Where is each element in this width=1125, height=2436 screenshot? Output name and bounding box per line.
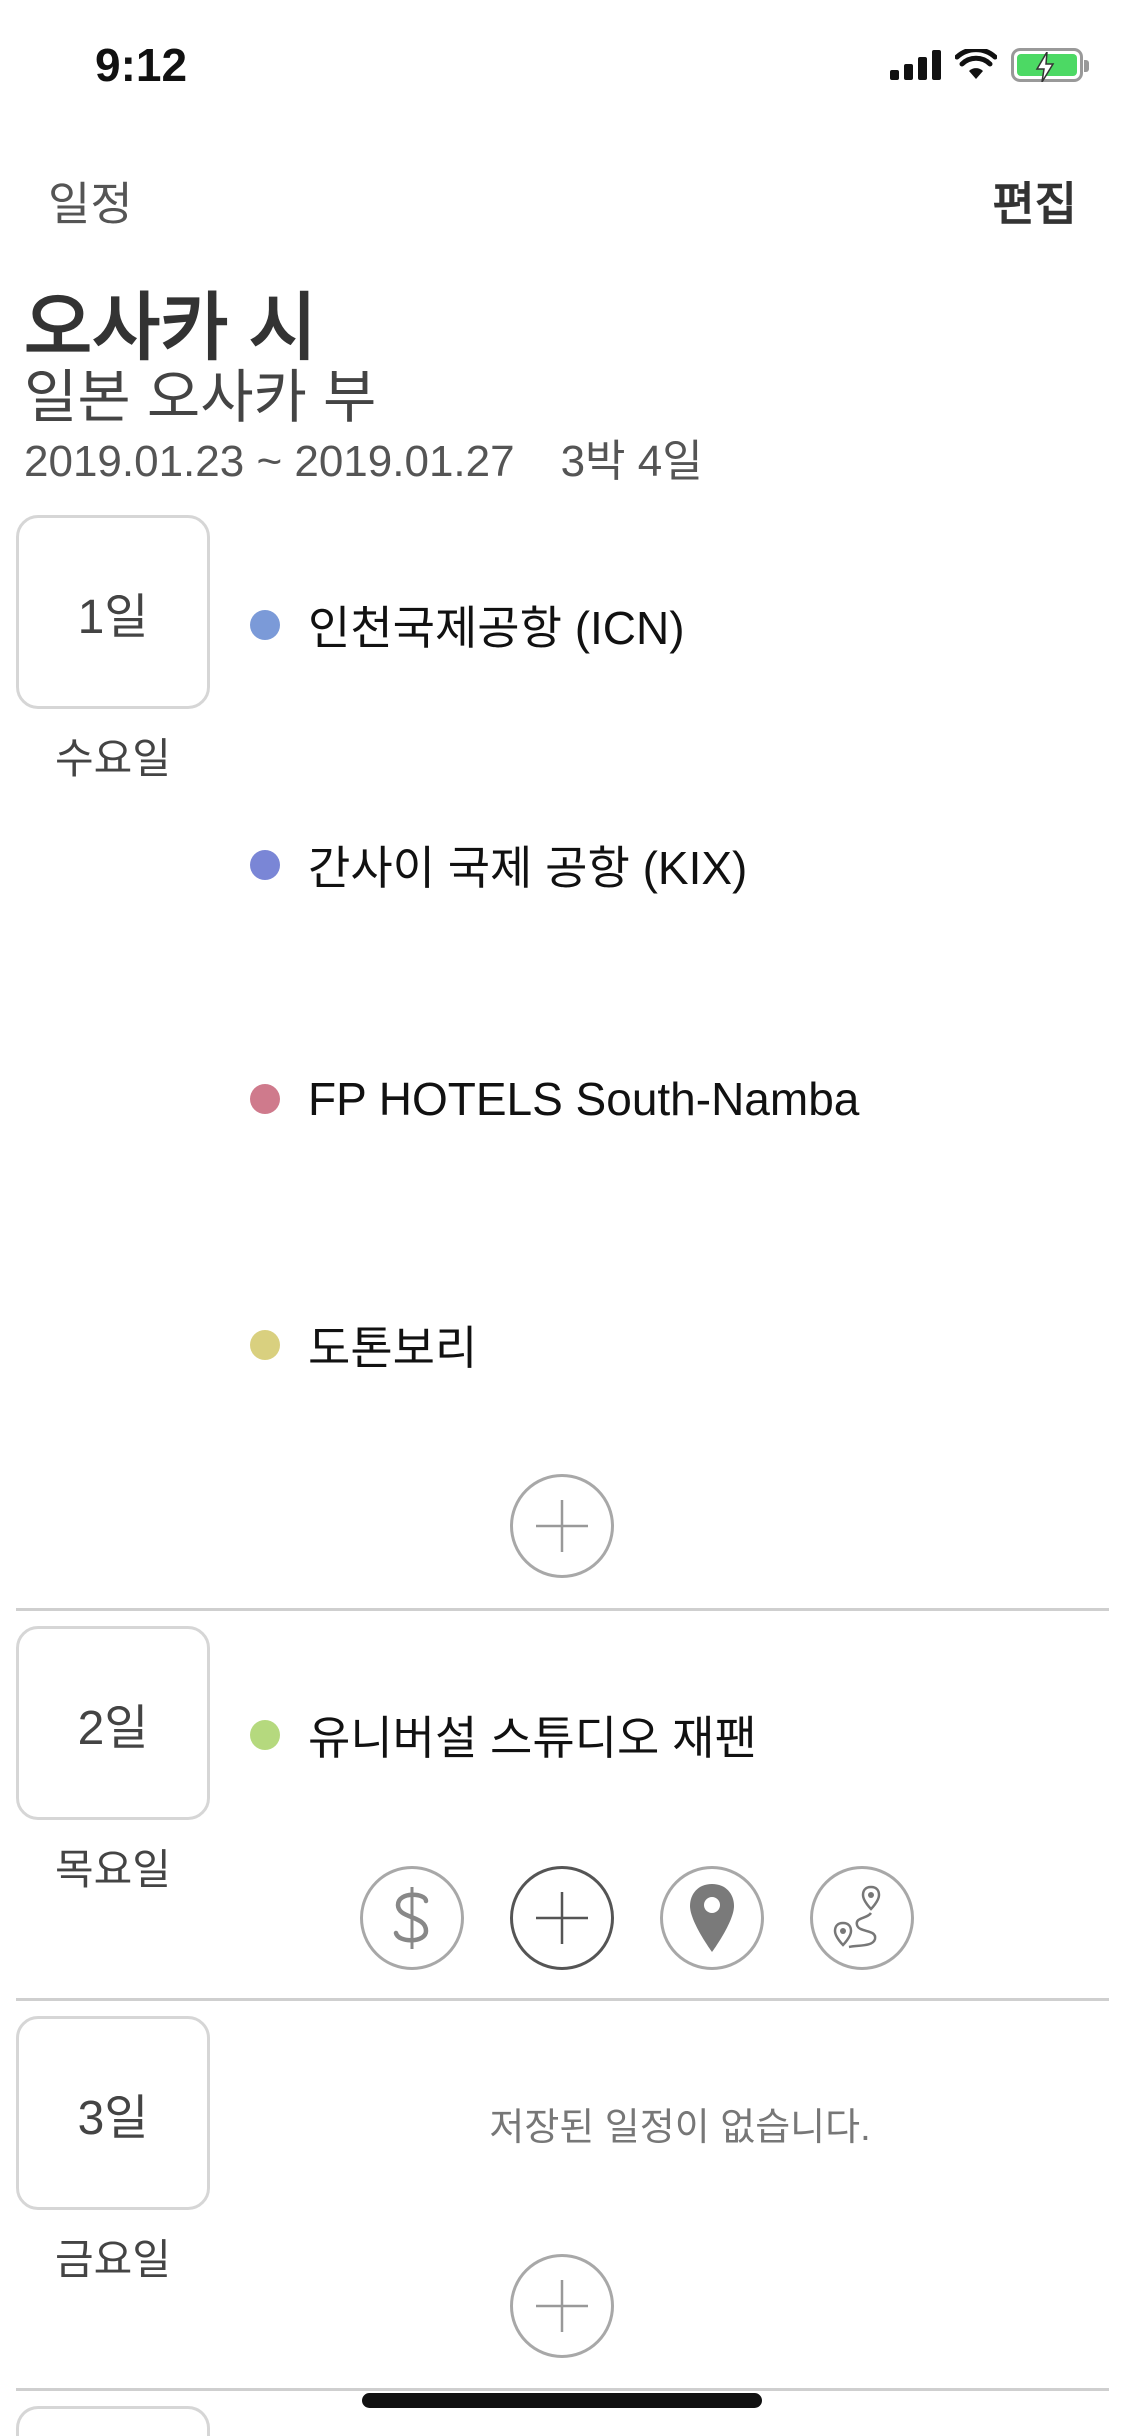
route-icon bbox=[833, 1885, 881, 1949]
plus-icon bbox=[536, 2280, 588, 2332]
day-divider bbox=[16, 1608, 1109, 1611]
route-button[interactable] bbox=[810, 1866, 914, 1970]
day-weekday: 목요일 bbox=[55, 1846, 171, 1893]
place-dot-icon bbox=[250, 850, 280, 880]
place-item[interactable]: 유니버설 스튜디오 재팬 bbox=[250, 1702, 757, 1768]
dollar-icon bbox=[393, 1887, 429, 1949]
map-pin-icon bbox=[690, 1884, 734, 1952]
place-dot-icon bbox=[250, 610, 280, 640]
map-button[interactable] bbox=[660, 1866, 764, 1970]
day-badge[interactable]: 2일 bbox=[16, 1626, 210, 1820]
place-item[interactable]: 간사이 국제 공항 (KIX) bbox=[250, 832, 747, 898]
edit-button[interactable]: 편집 bbox=[992, 168, 1077, 234]
day-badge[interactable]: 3일 bbox=[16, 2016, 210, 2210]
place-item[interactable]: 도톤보리 bbox=[250, 1312, 477, 1378]
day-divider bbox=[16, 1998, 1109, 2001]
back-button[interactable]: 일정 bbox=[48, 168, 133, 234]
day-badge[interactable]: 1일 bbox=[16, 515, 210, 709]
plus-icon bbox=[536, 1892, 588, 1944]
place-item[interactable]: FP HOTELS South-Namba bbox=[250, 1072, 859, 1126]
add-place-button[interactable] bbox=[510, 1866, 614, 1970]
place-name: 유니버설 스튜디오 재팬 bbox=[308, 1712, 757, 1764]
place-name: 인천국제공항 (ICN) bbox=[308, 602, 685, 654]
signal-icon bbox=[890, 50, 941, 80]
trip-subtitle: 일본 오사카 부 bbox=[24, 365, 377, 430]
place-name: 간사이 국제 공항 (KIX) bbox=[308, 842, 748, 894]
day-divider bbox=[16, 2388, 1109, 2391]
day-weekday: 수요일 bbox=[55, 735, 171, 782]
add-place-button[interactable] bbox=[510, 1474, 614, 1578]
trip-duration: 3박 4일 bbox=[560, 437, 703, 486]
plus-icon bbox=[536, 1500, 588, 1552]
add-place-button[interactable] bbox=[510, 2254, 614, 2358]
screen: 9:12 일정 편집 오사카 시 일본 오사카 부 2019.01.23 ~ 2… bbox=[0, 0, 1125, 2436]
place-dot-icon bbox=[250, 1720, 280, 1750]
day-badge-partial bbox=[16, 2406, 210, 2436]
place-item[interactable]: 인천국제공항 (ICN) bbox=[250, 592, 685, 658]
status-time: 9:12 bbox=[95, 39, 188, 91]
expense-button[interactable] bbox=[360, 1866, 464, 1970]
empty-schedule-message: 저장된 일정이 없습니다. bbox=[489, 2107, 871, 2149]
battery-icon bbox=[1011, 48, 1089, 82]
place-dot-icon bbox=[250, 1084, 280, 1114]
status-icons bbox=[890, 48, 1089, 82]
trip-date-range: 2019.01.23 ~ 2019.01.27 bbox=[24, 437, 515, 486]
trip-dates: 2019.01.23 ~ 2019.01.27 3박 4일 bbox=[24, 425, 703, 489]
place-name: 도톤보리 bbox=[308, 1322, 478, 1374]
place-dot-icon bbox=[250, 1330, 280, 1360]
place-name: FP HOTELS South-Namba bbox=[308, 1073, 860, 1125]
day-weekday: 금요일 bbox=[55, 2236, 171, 2283]
home-indicator bbox=[362, 2393, 762, 2408]
wifi-icon bbox=[955, 49, 997, 79]
